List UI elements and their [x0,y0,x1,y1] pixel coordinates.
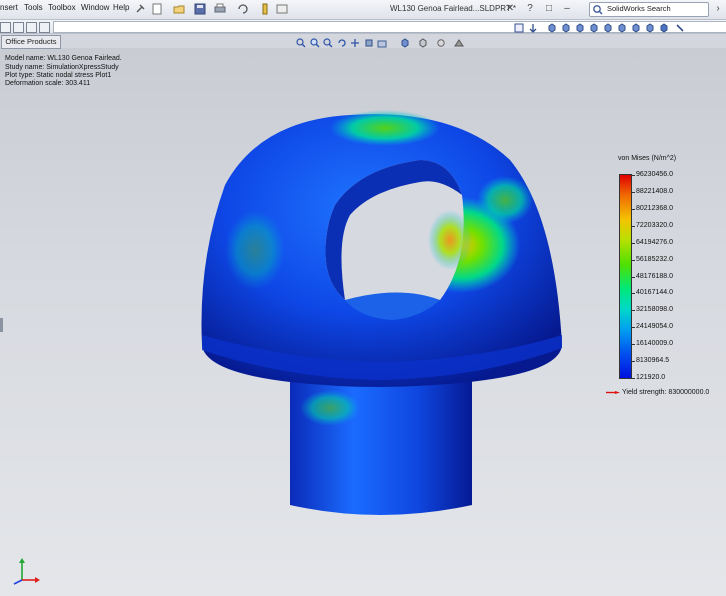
legend-tick-mark [631,242,635,244]
legend-tick-mark [631,276,635,278]
legend-tick-label: 16140009.0 [636,340,673,348]
legend-tick-mark [631,293,635,295]
yield-arrow-icon [606,391,620,394]
stress-hotspot-base-2 [300,390,360,426]
legend-tick-mark [631,344,635,346]
legend-tick-label: 40167144.0 [636,289,673,297]
stress-hotspot-left [225,210,285,290]
legend-title: von Mises (N/m^2) [618,155,677,162]
stress-hotspot-hole [428,210,472,270]
yield-strength: Yield strength: 830000000.0 [622,389,710,396]
legend-tick-mark [631,327,635,329]
coordinate-triad-icon [13,558,40,585]
legend-tick-label: 80212368.0 [636,204,673,212]
legend-tick-label: 48176188.0 [636,272,673,280]
legend-tick-label: 72203320.0 [636,221,673,229]
stress-plot-model[interactable] [0,0,726,596]
legend-tick-label: 64194276.0 [636,238,673,246]
legend-tick-mark [631,208,635,210]
legend-tick-mark [631,259,635,261]
legend-tick-label: 56185232.0 [636,255,673,263]
panel-splitter[interactable] [0,318,3,332]
legend-tick-label: 88221408.0 [636,187,673,195]
legend-tick-mark [631,361,635,363]
legend-tick-label: 121920.0 [636,374,666,381]
legend-tick-label: 32158098.0 [636,306,673,314]
legend-tick-label: 24149054.0 [636,323,673,331]
legend-tick-label: 96230456.0 [636,171,673,178]
legend-tick-mark [631,175,635,176]
legend-tick-mark [631,378,635,379]
legend-tick-mark [631,310,635,312]
legend-tick-label: 8130964.5 [636,357,670,365]
legend-tick-mark [631,225,635,227]
stress-hotspot-top [330,110,440,146]
legend-tick-mark [631,191,635,193]
stress-hotspot-right-2 [477,176,533,224]
